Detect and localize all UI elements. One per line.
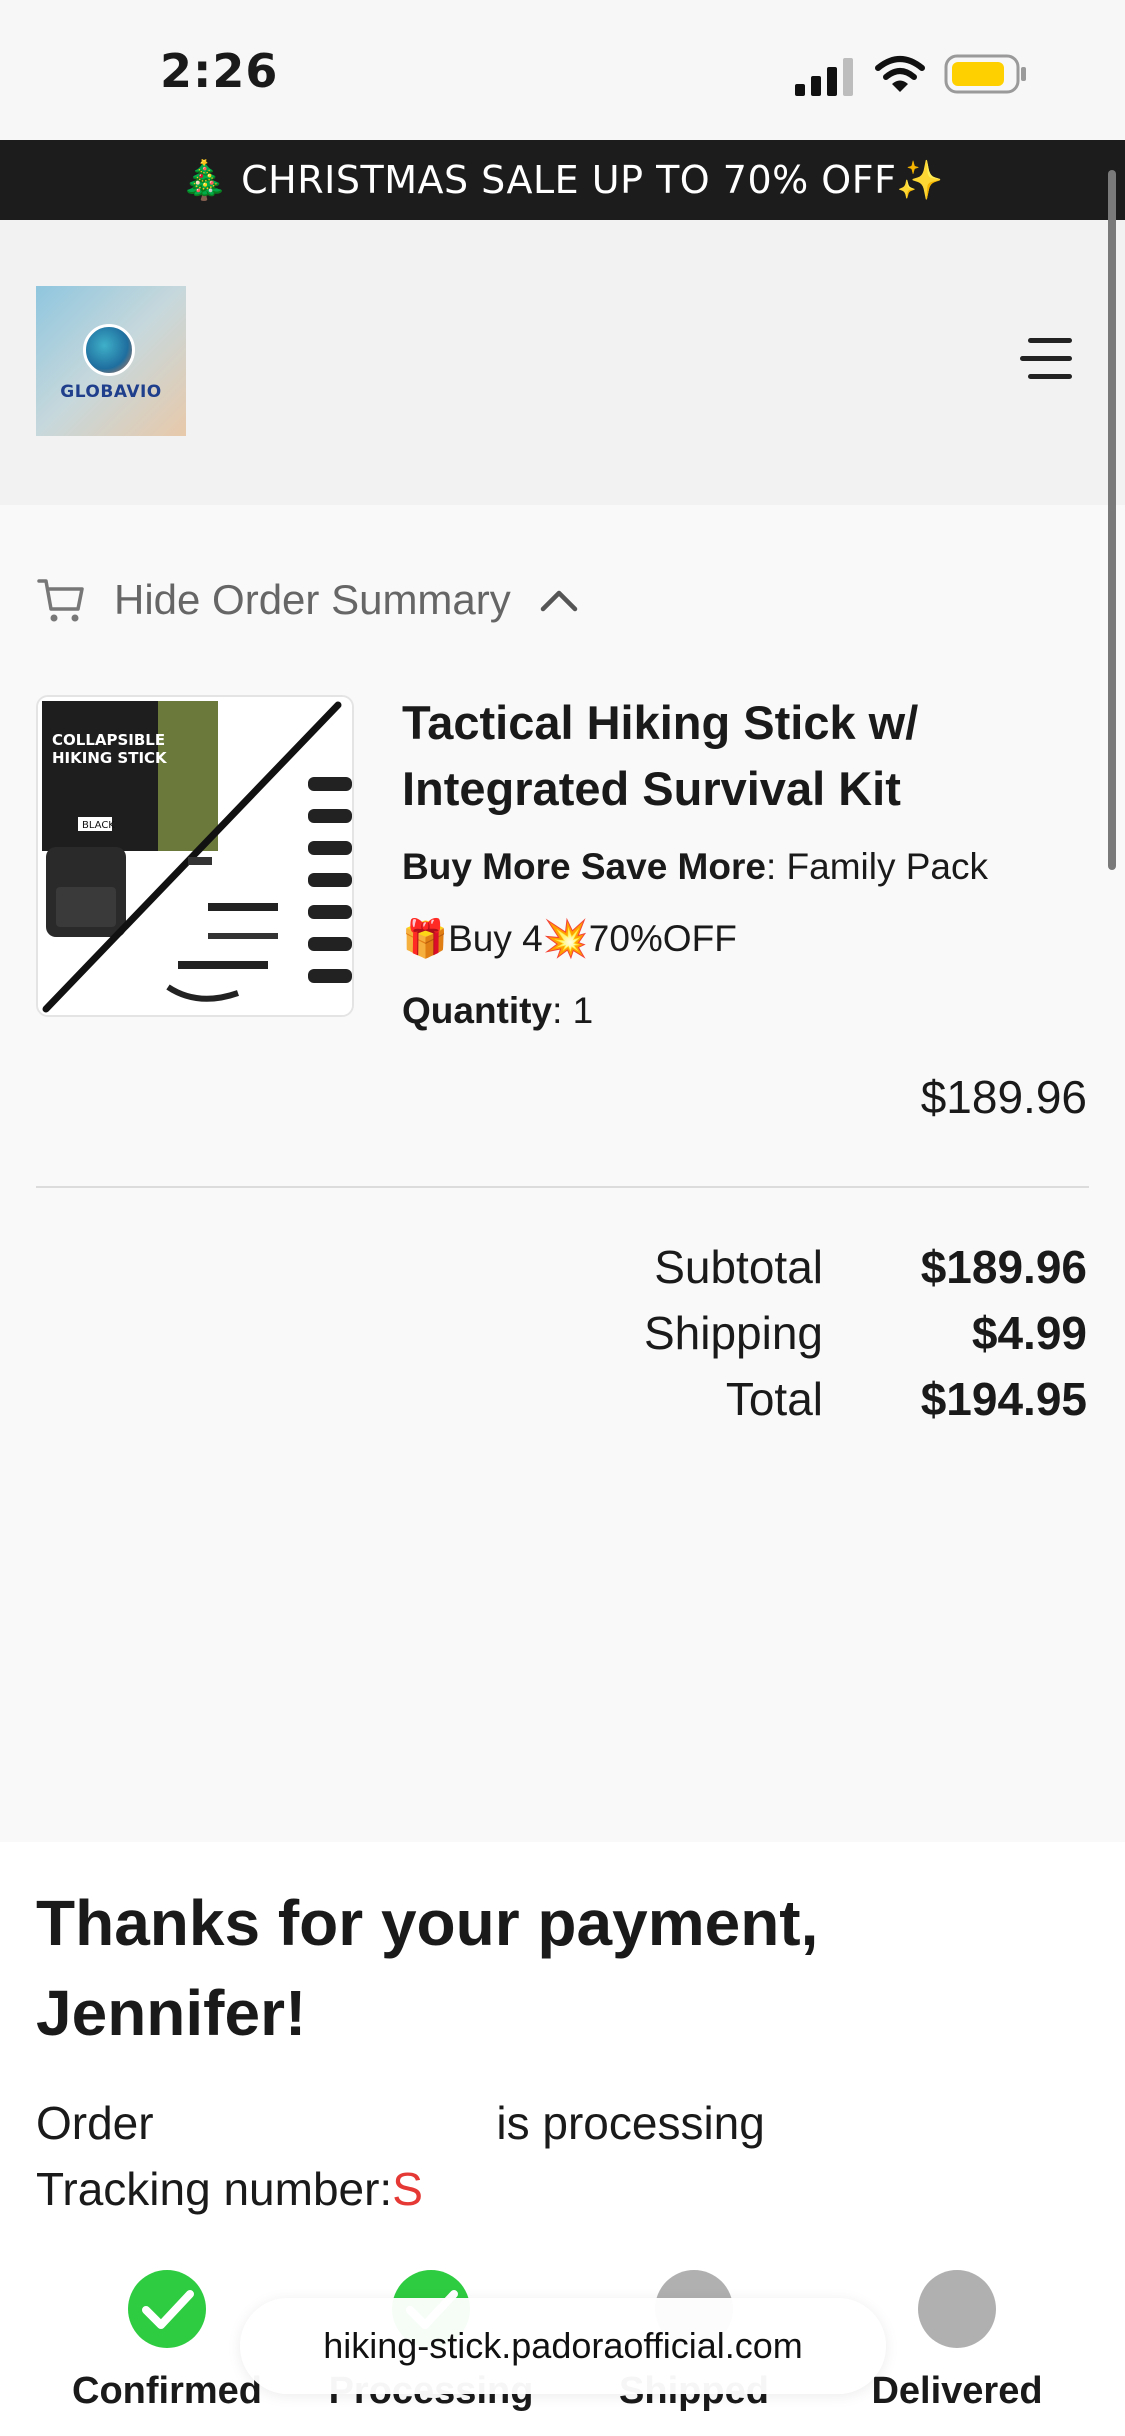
shipping-value: $4.99 [971,1307,1087,1359]
product-offer: 🎁Buy 4💥70%OFF [402,918,737,959]
battery-icon [944,54,1026,94]
svg-text:HIKING STICK: HIKING STICK [52,749,168,767]
promo-banner[interactable]: 🎄 CHRISTMAS SALE UP TO 70% OFF✨ [0,140,1125,220]
cellular-signal-icon [795,58,853,96]
tracking-number[interactable]: S [392,2163,423,2215]
total-value: $194.95 [920,1373,1087,1425]
quantity-label: Quantity [402,990,553,1031]
subtotal-value: $189.96 [920,1241,1087,1293]
order-prefix: Order [36,2097,167,2149]
subtotal-label: Subtotal [654,1241,823,1293]
total-label: Total [725,1373,823,1425]
product-image: COLLAPSIBLE HIKING STICK BLACK [36,695,354,1017]
check-icon [142,2290,194,2329]
option-value: : Family Pack [765,846,988,887]
order-status-line: Order is processing [36,2096,765,2150]
order-status: is processing [496,2097,765,2149]
thanks-heading: Thanks for your payment, Jennifer! [36,1887,819,2049]
wifi-icon [875,56,925,92]
store-logo[interactable]: GLOBAVIO [36,286,186,436]
chevron-up-icon [540,590,578,612]
product-option: Buy More Save More: Family Pack [402,846,988,888]
logo-text: GLOBAVIO [60,382,162,402]
product-title: Tactical Hiking Stick w/ Integrated Surv… [402,696,919,815]
site-header: GLOBAVIO [0,220,1125,505]
hamburger-menu-icon[interactable] [1018,336,1076,384]
tracking-line: Tracking number:S [36,2162,423,2216]
quantity-value: : 1 [552,990,594,1031]
divider [36,1186,1089,1188]
status-time: 2:26 [160,44,279,98]
order-summary-label: Hide Order Summary [114,576,511,623]
product-quantity: Quantity: 1 [402,990,593,1032]
option-label: Buy More Save More [402,846,766,887]
order-summary-toggle[interactable]: Hide Order Summary [36,570,579,630]
step-delivered-dot [918,2270,996,2348]
cart-icon [37,579,84,622]
scrollbar[interactable] [1108,170,1116,870]
line-item-price: $189.96 [920,1071,1087,1123]
svg-text:COLLAPSIBLE: COLLAPSIBLE [52,731,165,749]
shipping-label: Shipping [643,1307,823,1359]
svg-text:BLACK: BLACK [82,820,115,831]
browser-url-bar[interactable]: hiking-stick.padoraofficial.com [240,2298,886,2394]
logo-globe-icon [83,324,135,376]
step-confirmed-dot [128,2270,206,2348]
tracking-label: Tracking number: [36,2163,393,2215]
